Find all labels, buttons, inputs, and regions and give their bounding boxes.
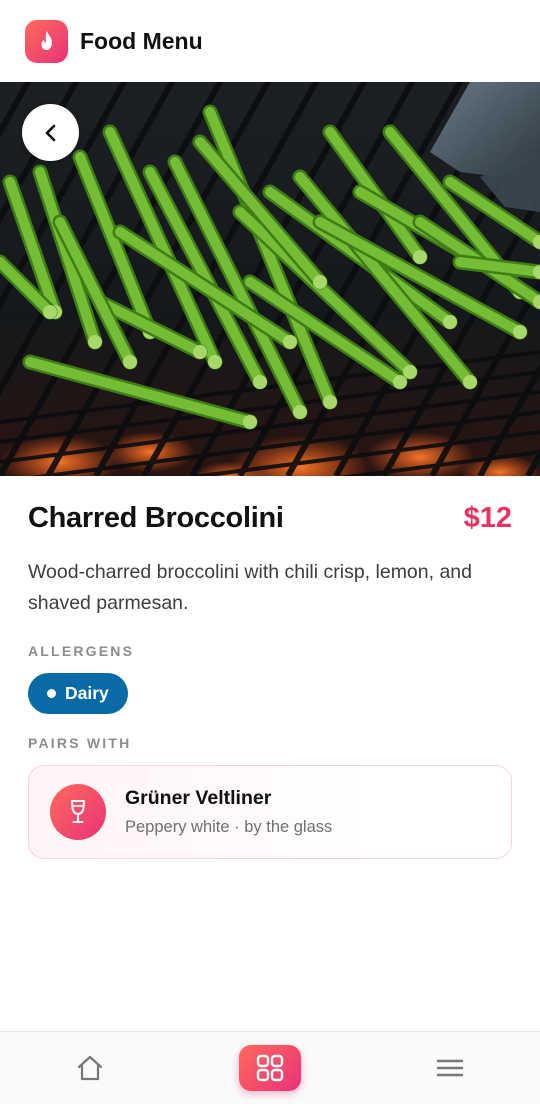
grid-icon (256, 1054, 284, 1082)
app-logo (25, 19, 68, 63)
bottom-navigation (0, 1031, 540, 1104)
title-row: Charred Broccolini $12 (28, 502, 512, 535)
dish-hero-image (0, 82, 540, 476)
dish-name: Charred Broccolini (28, 502, 284, 534)
pairing-icon-badge (50, 784, 106, 840)
allergen-chip-label: Dairy (65, 683, 109, 703)
home-icon (77, 1055, 103, 1081)
nav-home-button[interactable] (59, 1045, 121, 1091)
pairing-name: Grüner Veltliner (125, 787, 272, 809)
pairing-text: Grüner Veltliner Peppery white · by the … (125, 787, 332, 837)
back-button[interactable] (22, 104, 79, 161)
app-header: Food Menu (0, 0, 540, 82)
dish-description: Wood-charred broccolini with chili crisp… (28, 561, 472, 614)
pairs-with-label: PAIRS WITH (28, 735, 132, 751)
app-title: Food Menu (80, 27, 203, 54)
pairing-card[interactable]: Grüner Veltliner Peppery white · by the … (28, 765, 512, 859)
allergen-dot (47, 689, 56, 698)
dish-details: Charred Broccolini $12 Wood-charred broc… (28, 476, 512, 859)
nav-more-button[interactable] (419, 1045, 481, 1091)
wine-glass-icon (71, 800, 85, 823)
grilled-greens-photo (0, 82, 540, 476)
allergens-label: ALLERGENS (28, 643, 135, 659)
pairing-subtitle: Peppery white · by the glass (125, 818, 333, 836)
flame-icon (41, 31, 52, 50)
allergen-chip-dairy: Dairy (28, 673, 128, 714)
chevron-left-icon (45, 124, 55, 141)
dish-price: $12 (463, 502, 512, 534)
menu-icon (436, 1059, 464, 1077)
nav-menu-grid-button[interactable] (239, 1045, 301, 1091)
